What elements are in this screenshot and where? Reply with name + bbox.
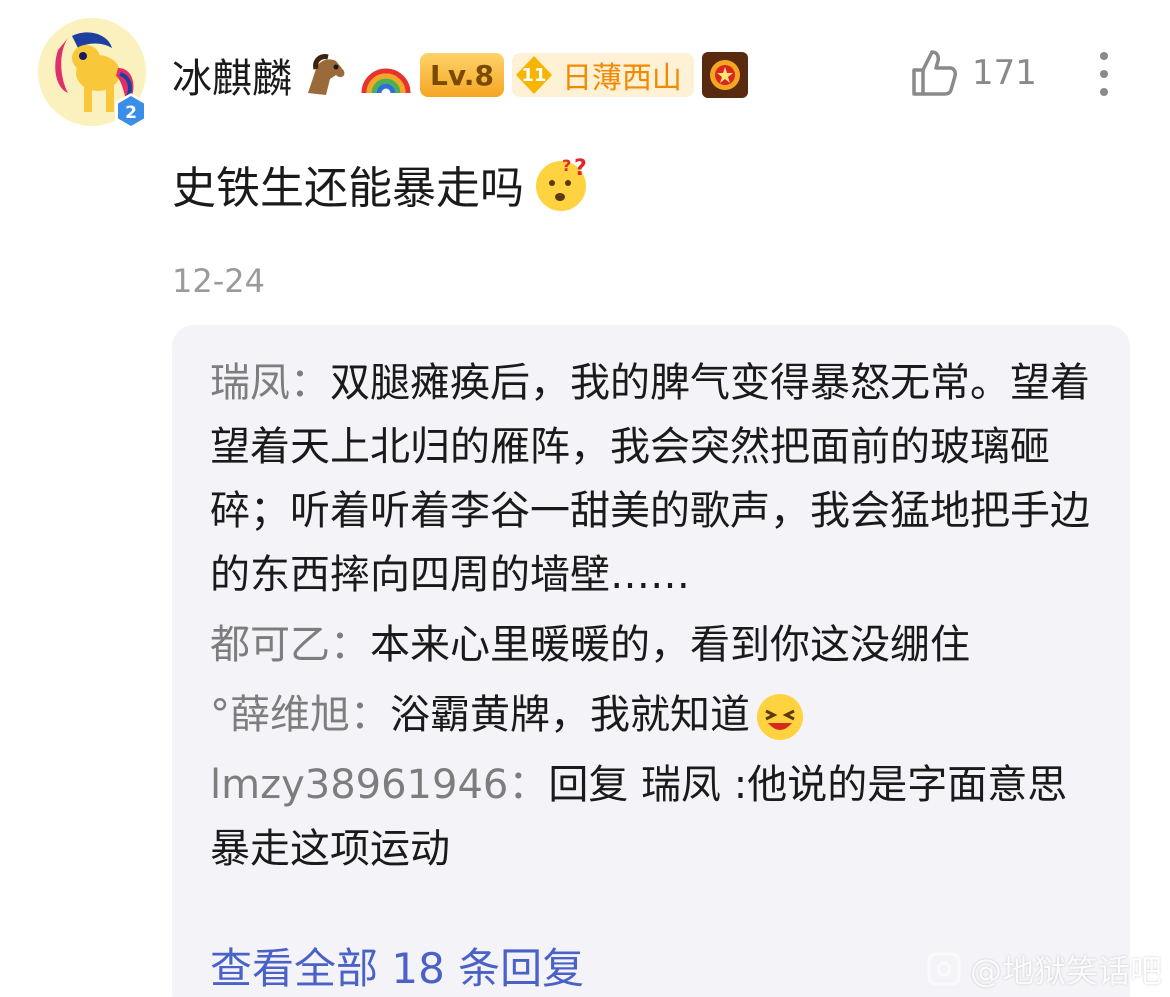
reply-separator: ：	[290, 360, 330, 406]
medal-badge[interactable]	[701, 52, 748, 98]
comment-date: 12-24	[172, 262, 265, 300]
reply-author[interactable]: 都可乙	[210, 622, 330, 668]
reply-author[interactable]: °薛维旭	[210, 692, 350, 738]
reply-item[interactable]: 瑞凤：双腿瘫痪后，我的脾气变得暴怒无常。望着望着天上北归的雁阵，我会突然把面前的…	[210, 351, 1092, 607]
fan-level-number: 11	[521, 64, 547, 86]
username[interactable]: 冰麒麟	[172, 46, 292, 104]
level-hex-icon: 2	[115, 93, 147, 129]
comment-body: 史铁生还能暴走吗 ? ?	[172, 152, 590, 216]
reply-separator: ：	[350, 692, 390, 738]
rainbow-emoji-icon	[361, 68, 411, 94]
like-button[interactable]: 171	[910, 48, 1037, 98]
view-all-replies-link[interactable]: 查看全部 18 条回复	[210, 935, 584, 996]
laughing-emoji-icon	[757, 694, 803, 740]
watermark: @地狱笑话吧	[926, 946, 1162, 992]
watermark-text: @地狱笑话吧	[970, 952, 1163, 990]
horse-emoji-icon	[308, 54, 345, 95]
reply-item[interactable]: °薛维旭：浴霸黄牌，我就知道	[210, 683, 1092, 747]
fan-club-name: 日薄西山	[561, 61, 682, 96]
reply-author[interactable]: lmzy38961946	[210, 762, 508, 808]
reply-author[interactable]: 瑞凤	[210, 360, 290, 406]
avatar-level-number: 2	[125, 103, 137, 123]
fan-club-badge[interactable]: 11 日薄西山	[511, 53, 694, 97]
confused-emoji-icon: ? ?	[536, 156, 587, 211]
reply-text: 双腿瘫痪后，我的脾气变得暴怒无常。望着望着天上北归的雁阵，我会突然把面前的玻璃砸…	[210, 360, 1090, 598]
user-level-badge[interactable]: Lv.8	[420, 53, 504, 97]
more-vertical-icon[interactable]	[1094, 50, 1114, 100]
reply-separator: ：	[508, 762, 549, 808]
fan-level: 11	[512, 53, 556, 97]
watermark-logo-icon	[927, 952, 961, 986]
reply-separator: ：	[330, 622, 370, 668]
reply-list: 瑞凤：双腿瘫痪后，我的脾气变得暴怒无常。望着望着天上北归的雁阵，我会突然把面前的…	[172, 325, 1130, 997]
comment-header: 冰麒麟 Lv.8 11 日薄西山	[172, 42, 748, 108]
reply-text: 浴霸黄牌，我就知道	[390, 692, 750, 738]
svg-text:?: ?	[562, 156, 571, 175]
thumbs-up-icon	[912, 50, 957, 96]
reply-item[interactable]: 都可乙：本来心里暖暖的，看到你这没绷住	[210, 613, 1092, 677]
reply-item[interactable]: lmzy38961946：回复 瑞凤 :他说的是字面意思暴走这项运动	[210, 753, 1092, 881]
comment-text: 史铁生还能暴走吗	[172, 163, 524, 214]
reply-text: 本来心里暖暖的，看到你这没绷住	[370, 622, 970, 668]
svg-text:?: ?	[574, 156, 587, 181]
avatar-container[interactable]: 2	[38, 18, 150, 130]
like-count: 171	[972, 53, 1037, 93]
medal-icon	[709, 60, 740, 90]
